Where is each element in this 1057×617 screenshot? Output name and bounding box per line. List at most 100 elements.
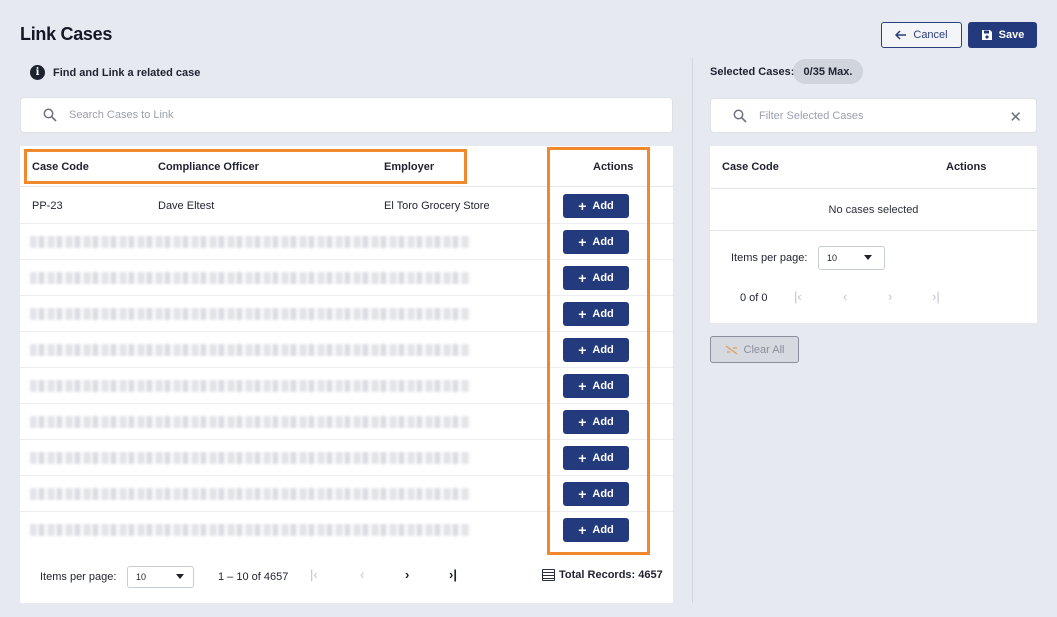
panel-divider [692, 58, 693, 603]
cancel-button[interactable]: Cancel [881, 22, 962, 48]
arrow-left-icon [895, 30, 907, 40]
clear-all-label: Clear All [743, 343, 785, 356]
items-per-page-label: Items per page: [40, 571, 117, 583]
add-label: Add [592, 416, 614, 428]
add-case-button[interactable]: + Add [563, 482, 629, 506]
redacted-row-content [30, 380, 470, 392]
case-code-cell: PP-23 [32, 200, 63, 212]
redacted-row-content [30, 524, 470, 536]
table-row: + Add [20, 440, 673, 476]
items-per-page-value: 10 [136, 572, 147, 582]
redacted-row-content [30, 236, 470, 248]
redacted-row-content [30, 452, 470, 464]
page-range: 1 – 10 of 4657 [218, 571, 289, 583]
first-page-icon[interactable]: |‹ [794, 289, 802, 304]
search-bar [20, 97, 673, 133]
empty-state: No cases selected [710, 189, 1037, 231]
items-per-page-value: 10 [827, 253, 838, 263]
table-row: PP-23 Dave Eltest El Toro Grocery Store … [20, 188, 673, 224]
table-row: + Add [20, 476, 673, 512]
next-page-icon[interactable]: › [888, 289, 892, 304]
add-label: Add [592, 344, 614, 356]
last-page-icon[interactable]: ›| [932, 289, 940, 304]
search-icon [43, 108, 57, 122]
total-records-text: Total Records: 4657 [559, 569, 663, 581]
table-row: + Add [20, 404, 673, 440]
add-label: Add [592, 272, 614, 284]
column-header-actions: Actions [593, 161, 634, 173]
info-message: i Find and Link a related case [30, 65, 200, 80]
items-per-page-select[interactable]: 10 [127, 566, 194, 588]
floppy-disk-icon [981, 30, 992, 40]
filter-bar: ✕ [710, 98, 1037, 133]
redacted-row-content [30, 344, 470, 356]
column-header-case-code[interactable]: Case Code [722, 161, 779, 173]
table-icon [542, 569, 555, 581]
plus-icon: + [578, 522, 587, 538]
add-label: Add [592, 452, 614, 464]
compliance-officer-cell: Dave Eltest [158, 200, 215, 212]
column-header-compliance-officer[interactable]: Compliance Officer [158, 161, 259, 173]
selected-table-header: Case Code Actions [710, 146, 1037, 189]
redacted-row-content [30, 488, 470, 500]
table-row: + Add [20, 260, 673, 296]
add-case-button[interactable]: + Add [563, 230, 629, 254]
add-label: Add [592, 308, 614, 320]
save-label: Save [998, 29, 1025, 41]
plus-icon: + [578, 486, 587, 502]
page-title: Link Cases [20, 24, 113, 44]
items-per-page-select[interactable]: 10 [818, 246, 885, 270]
items-per-page-label: Items per page: [731, 252, 808, 264]
plus-icon: + [578, 306, 587, 322]
employer-cell: El Toro Grocery Store [384, 200, 490, 212]
add-case-button[interactable]: + Add [563, 374, 629, 398]
plus-icon: + [578, 378, 587, 394]
add-case-button[interactable]: + Add [563, 194, 629, 218]
clear-all-button[interactable]: Clear All [710, 336, 799, 363]
add-case-button[interactable]: + Add [563, 302, 629, 326]
caret-down-icon [176, 574, 184, 579]
first-page-icon[interactable]: |‹ [310, 567, 318, 582]
previous-page-icon[interactable]: ‹ [360, 567, 364, 582]
last-page-icon[interactable]: ›| [449, 567, 457, 582]
add-label: Add [592, 236, 614, 248]
plus-icon: + [578, 234, 587, 250]
caret-down-icon [864, 255, 872, 260]
add-label: Add [592, 488, 614, 500]
close-icon[interactable]: ✕ [1009, 108, 1022, 126]
column-header-employer[interactable]: Employer [384, 161, 434, 173]
next-page-icon[interactable]: › [405, 567, 409, 582]
add-case-button[interactable]: + Add [563, 266, 629, 290]
add-case-button[interactable]: + Add [563, 410, 629, 434]
plus-icon: + [578, 342, 587, 358]
info-text: Find and Link a related case [53, 66, 201, 79]
plus-icon: + [578, 450, 587, 466]
table-row: + Add [20, 512, 673, 548]
save-button[interactable]: Save [968, 22, 1037, 48]
column-header-case-code[interactable]: Case Code [32, 161, 89, 173]
table-row: + Add [20, 296, 673, 332]
total-records: Total Records: 4657 [542, 569, 663, 581]
selected-count-badge: 0/35 Max. [793, 59, 863, 84]
search-input[interactable] [69, 109, 469, 121]
filter-selected-input[interactable] [759, 109, 999, 122]
selected-cases-label: Selected Cases: [710, 66, 795, 78]
selected-cases-table: Case Code Actions No cases selected Item… [710, 146, 1037, 323]
add-case-button[interactable]: + Add [563, 338, 629, 362]
add-label: Add [592, 524, 614, 536]
cancel-label: Cancel [913, 29, 948, 41]
add-case-button[interactable]: + Add [563, 446, 629, 470]
table-row: + Add [20, 332, 673, 368]
redacted-row-content [30, 416, 470, 428]
search-icon [733, 109, 747, 123]
cases-table: Case Code Compliance Officer Employer Ac… [20, 146, 673, 603]
plus-icon: + [578, 270, 587, 286]
plus-icon: + [578, 414, 587, 430]
add-case-button[interactable]: + Add [563, 518, 629, 542]
page-range: 0 of 0 [740, 292, 768, 304]
table-header: Case Code Compliance Officer Employer Ac… [20, 146, 673, 187]
previous-page-icon[interactable]: ‹ [843, 289, 847, 304]
add-label: Add [592, 380, 614, 392]
info-icon: i [30, 65, 45, 80]
add-label: Add [592, 200, 614, 212]
